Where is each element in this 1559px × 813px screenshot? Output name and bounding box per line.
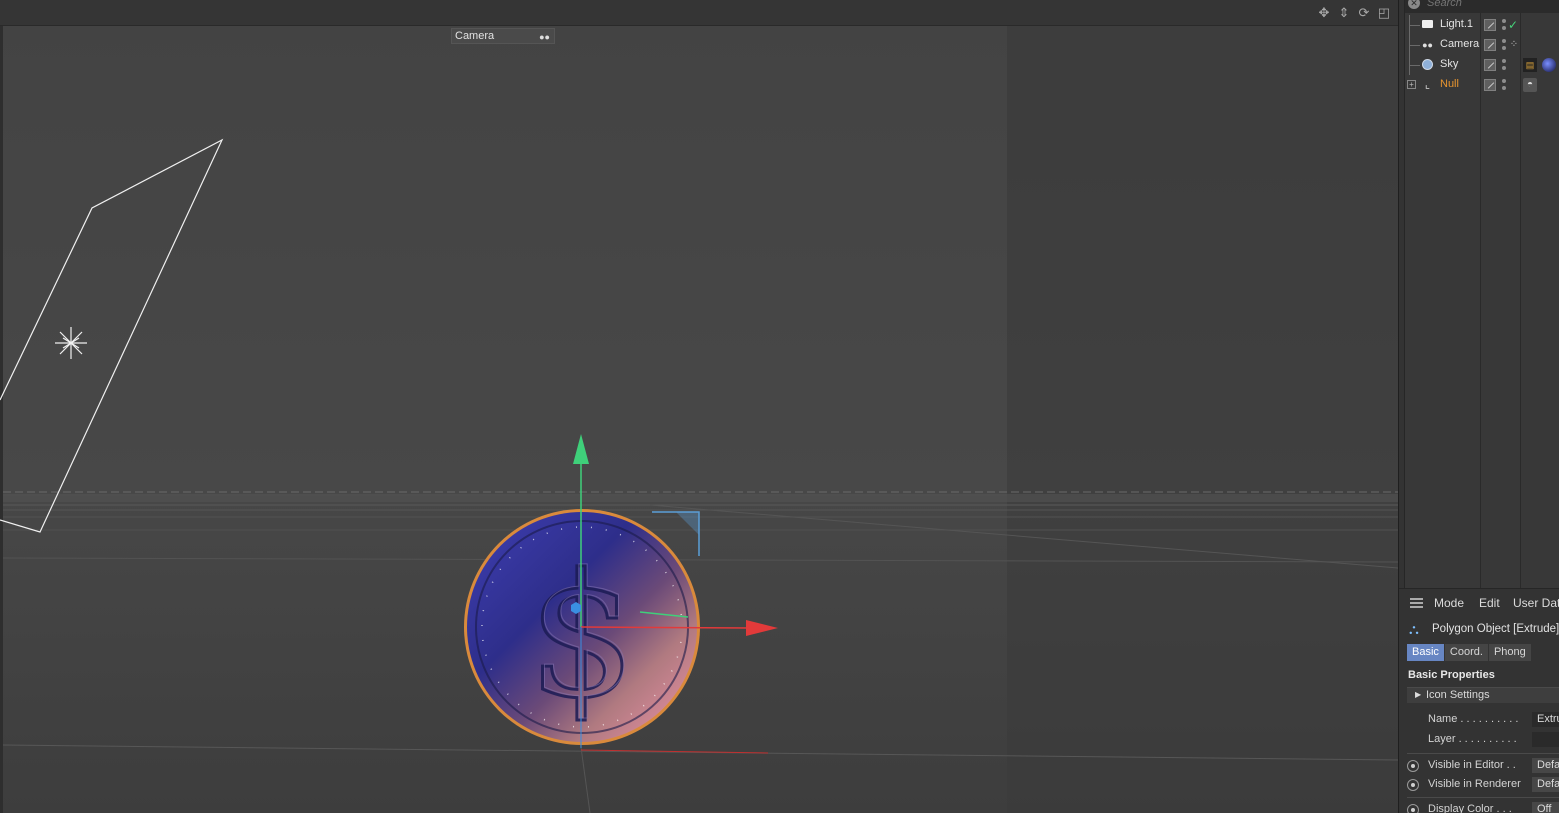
clear-search-icon[interactable]: ✕ bbox=[1408, 0, 1420, 9]
hamburger-icon[interactable] bbox=[1410, 598, 1423, 608]
right-panel: ✕ Light.1 ✓ ●● Camera ⁘ Sky ▤ bbox=[1398, 0, 1559, 813]
prop-label: Visible in Editor . . bbox=[1428, 759, 1516, 771]
prop-layer: Layer . . . . . . . . . . bbox=[1407, 731, 1559, 749]
tab-phong[interactable]: Phong bbox=[1488, 644, 1531, 661]
prop-visible-renderer: Visible in Renderer Default bbox=[1407, 776, 1559, 794]
expand-icon[interactable]: + bbox=[1407, 80, 1416, 89]
camera-icon: ●● bbox=[539, 32, 550, 42]
tab-basic[interactable]: Basic bbox=[1407, 644, 1444, 661]
animate-radio-icon[interactable] bbox=[1407, 760, 1419, 772]
divider bbox=[1407, 797, 1559, 798]
object-row-camera[interactable]: ●● Camera ⁘ bbox=[1405, 35, 1559, 55]
divider bbox=[1407, 753, 1559, 754]
visibility-dots-icon[interactable] bbox=[1501, 78, 1507, 92]
attribute-manager: Mode Edit User Data ⛬ Polygon Object [Ex… bbox=[1399, 588, 1559, 813]
null-icon: ⌞ bbox=[1424, 79, 1431, 91]
layer-field[interactable] bbox=[1532, 732, 1559, 747]
camera-label-text: Camera bbox=[455, 30, 495, 42]
camera-icon: ●● bbox=[1422, 40, 1433, 50]
object-row-sky[interactable]: Sky ▤ bbox=[1405, 55, 1559, 75]
camera-label[interactable]: Camera ●● bbox=[451, 28, 555, 44]
prop-label: Visible in Renderer bbox=[1428, 778, 1521, 790]
sky-icon bbox=[1421, 59, 1434, 71]
layer-edit-icon[interactable] bbox=[1484, 39, 1496, 51]
texture-tag-icon[interactable]: ▤ bbox=[1523, 58, 1537, 72]
checkmark-icon[interactable]: ✓ bbox=[1506, 18, 1520, 32]
display-color-select[interactable]: Off bbox=[1532, 802, 1559, 813]
prop-label: Name . . . . . . . . . . bbox=[1428, 713, 1519, 725]
material-tag-icon[interactable]: ◓ bbox=[1523, 78, 1537, 92]
camera-tag-icon[interactable]: ⁘ bbox=[1507, 38, 1521, 52]
prop-visible-editor: Visible in Editor . . Default bbox=[1407, 757, 1559, 775]
animate-radio-icon[interactable] bbox=[1407, 779, 1419, 791]
object-row-light[interactable]: Light.1 ✓ bbox=[1405, 15, 1559, 35]
prop-label: Layer . . . . . . . . . . bbox=[1428, 733, 1517, 745]
tab-coord[interactable]: Coord. bbox=[1444, 644, 1488, 661]
visible-editor-select[interactable]: Default bbox=[1532, 758, 1559, 773]
attribute-menu-bar: Mode Edit User Data bbox=[1399, 595, 1559, 611]
animate-radio-icon[interactable] bbox=[1407, 804, 1419, 813]
search-input[interactable] bbox=[1427, 0, 1557, 9]
layer-edit-icon[interactable] bbox=[1484, 59, 1496, 71]
object-name[interactable]: Null bbox=[1440, 78, 1459, 90]
object-title: ⛬ Polygon Object [Extrude] bbox=[1407, 621, 1559, 639]
column-divider bbox=[1520, 13, 1521, 588]
attribute-tabs: Basic Coord. Phong bbox=[1407, 644, 1532, 661]
object-manager: ✕ Light.1 ✓ ●● Camera ⁘ Sky ▤ bbox=[1404, 0, 1559, 588]
visibility-dots-icon[interactable] bbox=[1501, 58, 1507, 72]
menu-edit[interactable]: Edit bbox=[1479, 596, 1500, 610]
menu-mode[interactable]: Mode bbox=[1434, 596, 1464, 610]
group-label: Icon Settings bbox=[1426, 689, 1490, 701]
material-tag-icon[interactable] bbox=[1542, 58, 1556, 72]
object-name[interactable]: Light.1 bbox=[1440, 18, 1473, 30]
viewport-3d[interactable]: ✥ ⇕ ⟳ ◰ $ $ Camera ●● bbox=[0, 0, 1398, 813]
layer-edit-icon[interactable] bbox=[1484, 79, 1496, 91]
name-field[interactable]: Extrude bbox=[1532, 712, 1559, 727]
column-divider bbox=[1480, 13, 1481, 588]
object-name[interactable]: Camera bbox=[1440, 38, 1479, 50]
layer-edit-icon[interactable] bbox=[1484, 19, 1496, 31]
prop-name: Name . . . . . . . . . . Extrude bbox=[1407, 711, 1559, 729]
menu-user-data[interactable]: User Data bbox=[1513, 596, 1559, 610]
section-title: Basic Properties bbox=[1408, 669, 1495, 681]
prop-label: Display Color . . . bbox=[1428, 803, 1512, 813]
svg-text:$: $ bbox=[530, 536, 638, 734]
icon-settings-group[interactable]: ▶ Icon Settings bbox=[1407, 687, 1559, 703]
polygon-object-icon: ⛬ bbox=[1409, 621, 1419, 637]
object-type-title: Polygon Object [Extrude] bbox=[1432, 623, 1559, 635]
object-row-null[interactable]: + ⌞ Null ◓ bbox=[1405, 75, 1559, 95]
object-name[interactable]: Sky bbox=[1440, 58, 1458, 70]
object-search-bar: ✕ bbox=[1405, 0, 1559, 13]
expand-caret-icon[interactable]: ▶ bbox=[1415, 690, 1421, 699]
prop-display-color: Display Color . . . Off bbox=[1407, 801, 1559, 813]
safe-frame-shade bbox=[1007, 26, 1398, 813]
scene-canvas: $ $ bbox=[0, 26, 1398, 813]
light-icon bbox=[1421, 19, 1434, 31]
visible-renderer-select[interactable]: Default bbox=[1532, 777, 1559, 792]
